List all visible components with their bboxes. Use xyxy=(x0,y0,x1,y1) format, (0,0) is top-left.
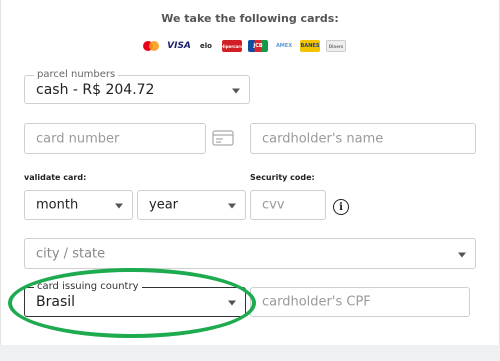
year-value: year xyxy=(149,197,179,213)
city-state-select[interactable]: city / state xyxy=(24,238,476,269)
bottom-band xyxy=(0,345,500,361)
security-code-label: Security code: xyxy=(250,173,315,182)
mastercard-icon xyxy=(140,40,162,52)
credit-card-icon xyxy=(212,130,234,146)
issuing-country-value: Brasil xyxy=(36,294,76,310)
year-select[interactable]: year xyxy=(137,190,246,220)
installments-value: cash - R$ 204.72 xyxy=(36,81,155,98)
chevron-down-icon xyxy=(115,203,123,209)
month-select[interactable]: month xyxy=(24,190,133,220)
issuing-country-legend: card issuing country xyxy=(34,281,142,293)
info-icon[interactable]: i xyxy=(333,199,349,215)
cvv-placeholder: cvv xyxy=(262,197,285,213)
chevron-down-icon xyxy=(458,252,466,257)
chevron-down-icon xyxy=(232,88,240,93)
cpf-field[interactable]: cardholder's CPF xyxy=(250,287,470,317)
card-number-placeholder: card number xyxy=(36,131,120,146)
cardholder-name-field[interactable]: cardholder's name xyxy=(250,123,476,154)
frame-left-border xyxy=(0,0,1,361)
amex-icon: AMEX xyxy=(275,43,293,49)
month-value: month xyxy=(36,197,79,213)
banescard-icon: BANES xyxy=(300,40,320,52)
cpf-placeholder: cardholder's CPF xyxy=(262,294,371,310)
elo-icon: elo xyxy=(200,42,212,50)
diners-icon: Diners xyxy=(326,40,346,52)
hipercard-icon: Hipercard xyxy=(221,40,243,52)
city-state-placeholder: city / state xyxy=(36,246,106,261)
visa-icon: VISA xyxy=(167,41,191,51)
accepted-cards-title: We take the following cards: xyxy=(161,12,339,25)
installments-select[interactable]: parcel numbers cash - R$ 204.72 xyxy=(24,69,250,104)
issuing-country-select[interactable]: card issuing country Brasil xyxy=(24,281,246,317)
chevron-down-icon xyxy=(228,203,236,209)
card-number-field[interactable]: card number xyxy=(24,123,206,154)
chevron-down-icon xyxy=(228,300,236,306)
validity-label: validate card: xyxy=(24,173,87,182)
jcb-icon: JCB xyxy=(248,40,268,52)
accepted-cards-row: VISA elo Hipercard JCB AMEX BANES Diners xyxy=(140,39,346,53)
cvv-field[interactable]: cvv xyxy=(250,190,326,220)
cardholder-name-placeholder: cardholder's name xyxy=(262,131,384,146)
installments-legend: parcel numbers xyxy=(34,69,119,81)
